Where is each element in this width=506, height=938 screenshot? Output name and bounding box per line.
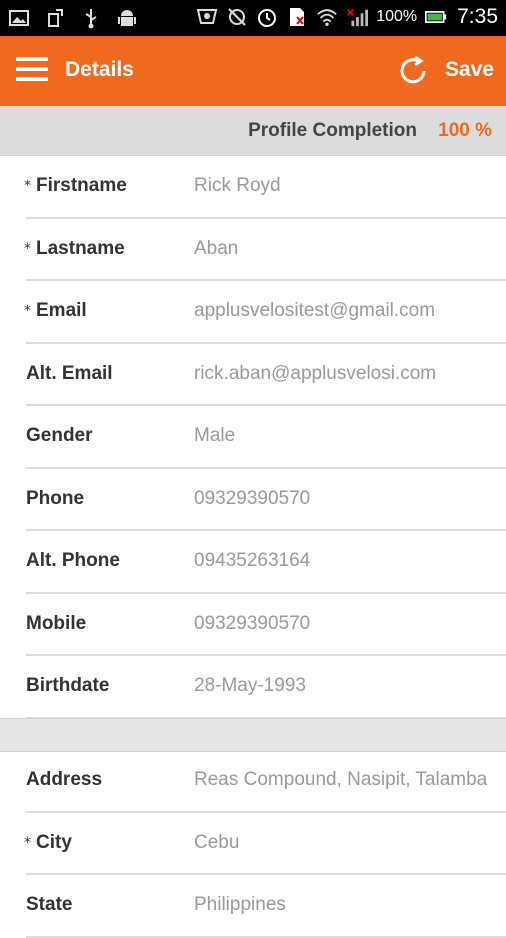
address-row[interactable]: Address Reas Compound, Nasipit, Talamba [26,750,506,813]
email-value[interactable]: applusvelositest@gmail.com [194,300,435,322]
mobile-value[interactable]: 09329390570 [194,613,310,635]
status-bar: 100% 7:35 [0,0,506,36]
required-marker: * [24,178,31,194]
required-marker: * [24,240,31,257]
save-button[interactable]: Save [445,58,494,82]
app-bar: Details Save [0,36,506,106]
required-marker: * [24,303,31,319]
image-icon [8,7,30,29]
field-label: Phone [26,487,85,509]
gender-value[interactable]: Male [194,425,235,447]
lastname-row[interactable]: * Lastname Aban [24,219,506,281]
usb-icon [80,7,102,29]
field-label: Gender [26,425,93,446]
field-label: Lastname [36,237,125,259]
firstname-value[interactable]: Rick Royd [194,175,281,197]
field-label: Firstname [36,175,127,196]
status-left-icons [8,7,138,29]
field-label: Mobile [26,612,87,634]
state-row[interactable]: State Philippines [26,875,506,938]
status-right-icons: 100% 7:35 [196,5,498,29]
battery-icon [425,6,447,28]
messenger-icon [196,6,218,28]
alt-email-row[interactable]: Alt. Email rick.aban@applusvelosi.com [26,344,506,406]
section-divider [0,718,506,752]
alt-phone-row[interactable]: Alt. Phone 09435263164 [26,531,506,594]
email-row[interactable]: * Email applusvelositest@gmail.com [24,281,506,344]
alarm-icon [256,6,278,28]
field-label: Address [26,769,103,790]
field-label: State [26,894,73,915]
page-title: Details [65,58,134,81]
signal-icon [346,6,369,28]
field-label: Alt. Phone [26,550,120,571]
alt-phone-value[interactable]: 09435263164 [194,550,310,572]
profile-completion-label: Profile Completion [248,120,417,141]
phone-value[interactable]: 09329390570 [194,488,310,510]
state-value[interactable]: Philippines [194,894,286,916]
no-sync-icon [226,6,248,28]
android-icon [116,7,138,29]
field-label: Birthdate [26,675,110,696]
profile-form: * Firstname Rick Royd * Lastname Aban * … [0,156,506,719]
address-form: Address Reas Compound, Nasipit, Talamba … [0,750,506,938]
wifi-icon [316,6,338,28]
profile-completion-value: 100 % [438,120,492,141]
alt-email-value[interactable]: rick.aban@applusvelosi.com [194,363,436,385]
required-marker: * [24,834,31,851]
refresh-icon[interactable] [396,54,430,88]
profile-completion-bar: Profile Completion 100 % [0,106,506,156]
rotate-icon [44,7,66,29]
firstname-row[interactable]: * Firstname Rick Royd [24,156,506,219]
birthdate-value[interactable]: 28-May-1993 [194,675,306,697]
city-value[interactable]: Cebu [194,832,239,854]
address-value[interactable]: Reas Compound, Nasipit, Talamba [194,769,487,791]
mobile-row[interactable]: Mobile 09329390570 [26,594,506,656]
gender-row[interactable]: Gender Male [26,406,506,469]
birthdate-row[interactable]: Birthdate 28-May-1993 [26,656,506,719]
lastname-value[interactable]: Aban [194,238,238,260]
field-label: Email [36,300,87,321]
sim-icon [286,6,308,28]
clock: 7:35 [457,5,498,28]
menu-icon[interactable] [16,57,48,83]
city-row[interactable]: * City Cebu [24,813,506,875]
field-label: Alt. Email [26,362,113,384]
phone-row[interactable]: Phone 09329390570 [26,469,506,531]
field-label: City [36,831,72,853]
battery-percent: 100% [376,8,418,25]
